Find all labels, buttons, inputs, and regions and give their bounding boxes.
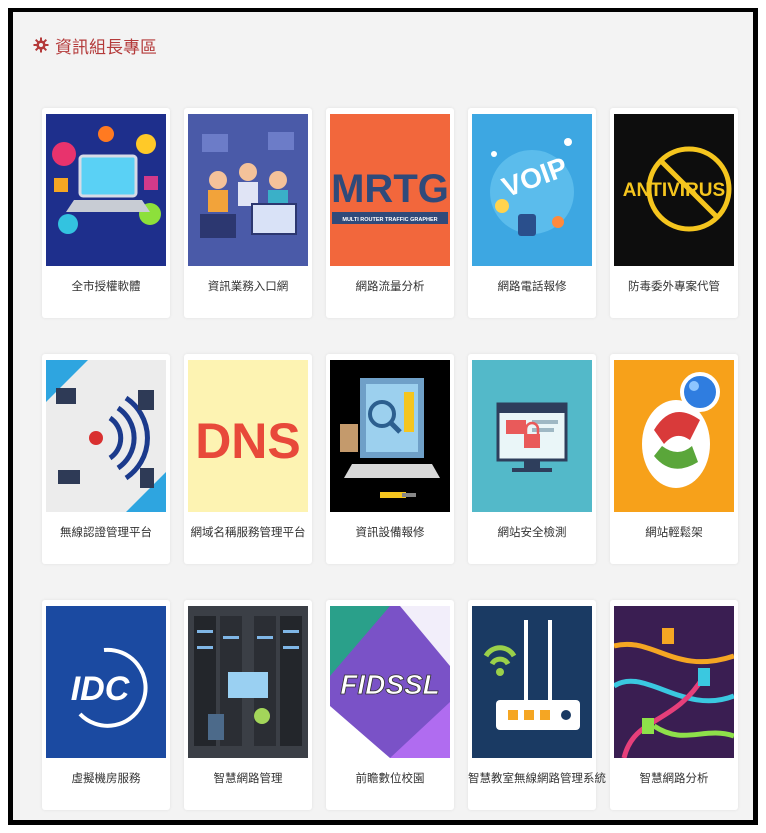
mrtg-logo-text: MRTG bbox=[331, 167, 449, 211]
wireless-auth-thumbnail bbox=[46, 360, 166, 512]
antivirus-logo-text: ANTIVIRUS bbox=[623, 180, 725, 201]
laptop-apps-image bbox=[46, 114, 166, 266]
mrtg-thumbnail: MRTG MULTI ROUTER TRAFFIC GRAPHER bbox=[330, 114, 450, 266]
card-label: 網站安全檢測 bbox=[497, 525, 567, 539]
easy-website-thumbnail bbox=[614, 360, 734, 512]
wifi-router-image bbox=[472, 606, 592, 758]
card-label: 智慧教室無線網路管理系統 bbox=[468, 771, 606, 785]
joomla-style-image bbox=[614, 360, 734, 512]
info-portal-thumbnail bbox=[188, 114, 308, 266]
card-label: 資訊業務入口網 bbox=[207, 279, 289, 293]
card-label: 無線認證管理平台 bbox=[60, 525, 152, 539]
card-label: 網域名稱服務管理平台 bbox=[190, 525, 306, 539]
card-label: 網路流量分析 bbox=[355, 279, 425, 293]
card-voip[interactable]: VOIP 網路電話報修 bbox=[468, 108, 596, 318]
mrtg-logo-image: MRTG MULTI ROUTER TRAFFIC GRAPHER bbox=[330, 114, 450, 266]
web-security-image bbox=[472, 360, 592, 512]
card-smart-network-mgmt[interactable]: 智慧網路管理 bbox=[184, 600, 312, 810]
page-title: 資訊組長專區 bbox=[55, 37, 157, 58]
card-wireless-auth[interactable]: 無線認證管理平台 bbox=[42, 354, 170, 564]
card-smart-classroom-wifi[interactable]: 智慧教室無線網路管理系統 bbox=[468, 600, 606, 810]
fidssl-logo-text: FIDSSL bbox=[340, 669, 440, 700]
card-label: 網路電話報修 bbox=[497, 279, 567, 293]
service-grid: 全市授權軟體 資訊業務入口網 MRTG MULTI ROUTER TRAFFIC… bbox=[42, 108, 740, 812]
mrtg-subtitle-text: MULTI ROUTER TRAFFIC GRAPHER bbox=[342, 217, 437, 223]
card-licensed-software[interactable]: 全市授權軟體 bbox=[42, 108, 170, 318]
smart-network-mgmt-thumbnail bbox=[188, 606, 308, 758]
web-security-thumbnail bbox=[472, 360, 592, 512]
licensed-software-thumbnail bbox=[46, 114, 166, 266]
idc-logo-image: IDC bbox=[46, 606, 166, 758]
team-working-image bbox=[188, 114, 308, 266]
card-label: 資訊設備報修 bbox=[355, 525, 425, 539]
card-label: 智慧網路分析 bbox=[639, 771, 709, 785]
card-info-portal[interactable]: 資訊業務入口網 bbox=[184, 108, 312, 318]
card-smart-network-analysis[interactable]: 智慧網路分析 bbox=[610, 600, 738, 810]
dns-logo-text: DNS bbox=[195, 413, 301, 469]
smart-classroom-wifi-thumbnail bbox=[472, 606, 592, 758]
antivirus-thumbnail: ANTIVIRUS bbox=[614, 114, 734, 266]
card-antivirus[interactable]: ANTIVIRUS 防毒委外專案代管 bbox=[610, 108, 738, 318]
portal-frame: 資訊組長專區 全市授權軟體 資訊業務入口網 MRTG MULTI ROUTER … bbox=[8, 8, 758, 825]
card-label: 防毒委外專案代管 bbox=[628, 279, 720, 293]
card-mrtg[interactable]: MRTG MULTI ROUTER TRAFFIC GRAPHER 網路流量分析 bbox=[326, 108, 454, 318]
voip-image: VOIP bbox=[472, 114, 592, 266]
device-repair-thumbnail bbox=[330, 360, 450, 512]
network-cables-image bbox=[614, 606, 734, 758]
card-web-security[interactable]: 網站安全檢測 bbox=[468, 354, 596, 564]
laptop-repair-image bbox=[330, 360, 450, 512]
smart-network-analysis-thumbnail bbox=[614, 606, 734, 758]
card-fidssl[interactable]: FIDSSL 前瞻數位校園 bbox=[326, 600, 454, 810]
card-easy-website[interactable]: 網站輕鬆架 bbox=[610, 354, 738, 564]
card-label: 智慧網路管理 bbox=[213, 771, 283, 785]
card-label: 前瞻數位校園 bbox=[355, 771, 425, 785]
fidssl-thumbnail: FIDSSL bbox=[330, 606, 450, 758]
dns-logo-image: DNS bbox=[188, 360, 308, 512]
dns-thumbnail: DNS bbox=[188, 360, 308, 512]
card-device-repair[interactable]: 資訊設備報修 bbox=[326, 354, 454, 564]
fidssl-logo-image: FIDSSL bbox=[330, 606, 450, 758]
card-label: 全市授權軟體 bbox=[71, 279, 141, 293]
idc-logo-text: IDC bbox=[71, 670, 130, 708]
antivirus-image: ANTIVIRUS bbox=[614, 114, 734, 266]
idc-thumbnail: IDC bbox=[46, 606, 166, 758]
server-room-image bbox=[188, 606, 308, 758]
card-label: 虛擬機房服務 bbox=[71, 771, 141, 785]
card-dns[interactable]: DNS 網域名稱服務管理平台 bbox=[184, 354, 312, 564]
card-idc[interactable]: IDC 虛擬機房服務 bbox=[42, 600, 170, 810]
gear-icon bbox=[33, 37, 49, 53]
wireless-network-image bbox=[46, 360, 166, 512]
card-label: 網站輕鬆架 bbox=[645, 525, 703, 539]
voip-thumbnail: VOIP bbox=[472, 114, 592, 266]
section-header: 資訊組長專區 bbox=[33, 32, 157, 58]
